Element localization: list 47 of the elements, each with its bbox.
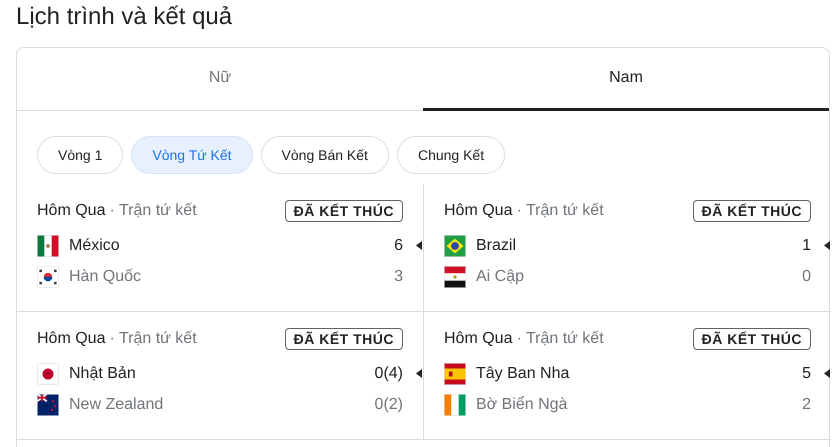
flag-icon: [444, 394, 466, 416]
winner-arrow-icon: [416, 369, 422, 378]
winner-arrow-icon: [824, 369, 830, 378]
flag-icon: [444, 362, 466, 384]
match-date: Hôm Qua: [37, 330, 106, 348]
team-name: Tây Ban Nha: [476, 364, 570, 382]
status-badge: ĐÃ KẾT THÚC: [692, 200, 811, 222]
winner-arrow-icon: [416, 241, 422, 250]
team-score: 0(4): [374, 364, 403, 382]
team-name: Ai Cập: [476, 268, 526, 286]
flag-icon: [37, 394, 59, 416]
match-date: Hôm Qua: [444, 202, 512, 220]
match-stage: · Trận tứ kết: [109, 202, 197, 220]
team-name: New Zealand: [69, 396, 164, 414]
match-stage: · Trận tứ kết: [516, 202, 604, 220]
flag-icon: [37, 362, 59, 384]
status-badge: ĐÃ KẾT THÚC: [284, 200, 403, 222]
status-badge: ĐÃ KẾT THÚC: [284, 328, 403, 350]
winner-arrow-icon: [824, 241, 830, 250]
team-score: 0(2): [374, 396, 403, 414]
gender-tab[interactable]: Nữ: [17, 48, 423, 111]
flag-icon: [37, 234, 59, 256]
flag-icon: [37, 266, 59, 288]
match-stage: · Trận tứ kết: [109, 330, 197, 348]
status-badge: ĐÃ KẾT THÚC: [692, 328, 811, 350]
team-name: Hàn Quốc: [69, 268, 142, 286]
round-chip[interactable]: Vòng Tứ Kết: [131, 136, 253, 174]
round-chip[interactable]: Vòng Bán Kết: [260, 136, 389, 174]
gender-tab[interactable]: Nam: [423, 48, 829, 111]
team-name: Brazil: [476, 236, 518, 254]
team-name: Bờ Biển Ngà: [476, 396, 568, 414]
team-score: 6: [394, 236, 403, 254]
match-date: Hôm Qua: [444, 330, 512, 348]
team-score: 5: [802, 364, 811, 382]
team-score: 3: [394, 268, 403, 286]
match-date: Hôm Qua: [37, 202, 106, 220]
round-chip[interactable]: Chung Kết: [396, 136, 506, 174]
team-name: México: [69, 236, 121, 254]
team-score: 2: [802, 396, 811, 414]
team-score: 1: [802, 236, 811, 254]
team-name: Nhật Bản: [69, 364, 137, 382]
round-chip[interactable]: Vòng 1: [37, 136, 124, 174]
team-score: 0: [802, 268, 811, 286]
match-stage: · Trận tứ kết: [516, 330, 604, 348]
section-title: Lịch trình và kết quả: [15, 2, 234, 32]
flag-icon: [444, 266, 466, 288]
flag-icon: [444, 234, 466, 256]
